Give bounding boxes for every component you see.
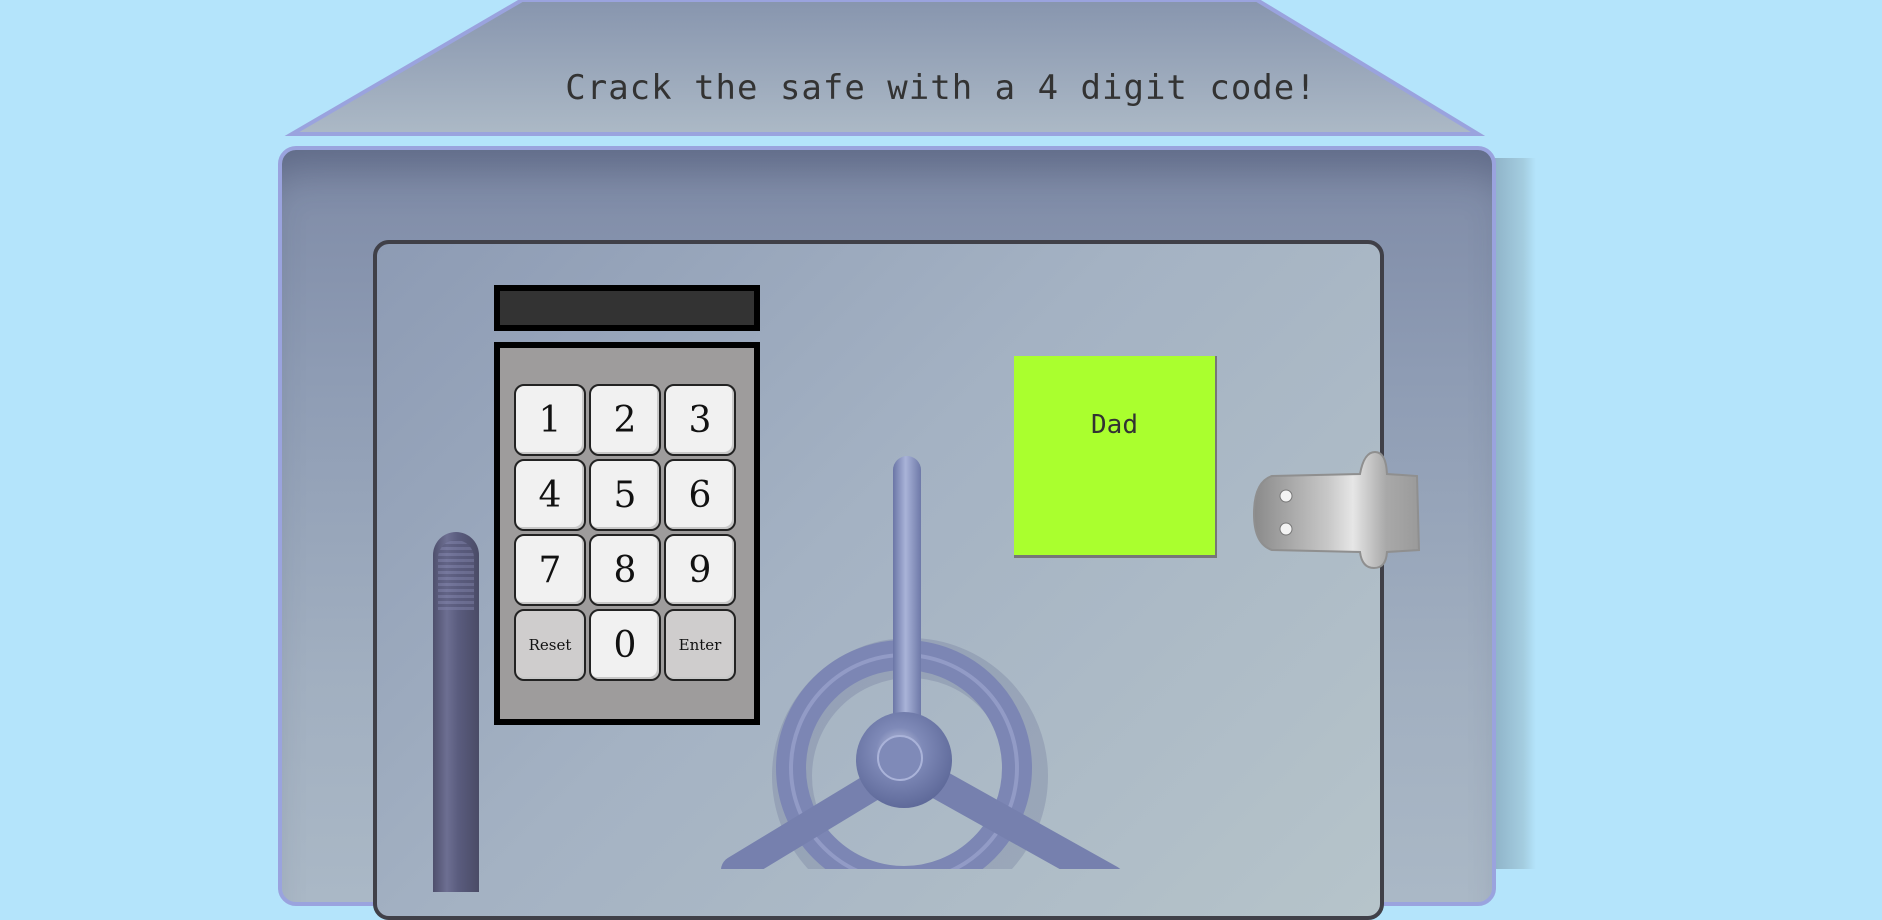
lever-grip xyxy=(438,540,474,610)
sticky-note-text: Dad xyxy=(1091,410,1138,440)
safe-wheel[interactable] xyxy=(640,440,1160,869)
key-7[interactable]: 7 xyxy=(514,534,586,606)
reset-button[interactable]: Reset xyxy=(514,609,586,681)
safe-shadow xyxy=(1494,158,1536,869)
key-1[interactable]: 1 xyxy=(514,384,586,456)
code-display xyxy=(494,285,760,331)
door-hinge xyxy=(1252,450,1421,570)
page-title: Crack the safe with a 4 digit code! xyxy=(565,68,1317,108)
key-4[interactable]: 4 xyxy=(514,459,586,531)
